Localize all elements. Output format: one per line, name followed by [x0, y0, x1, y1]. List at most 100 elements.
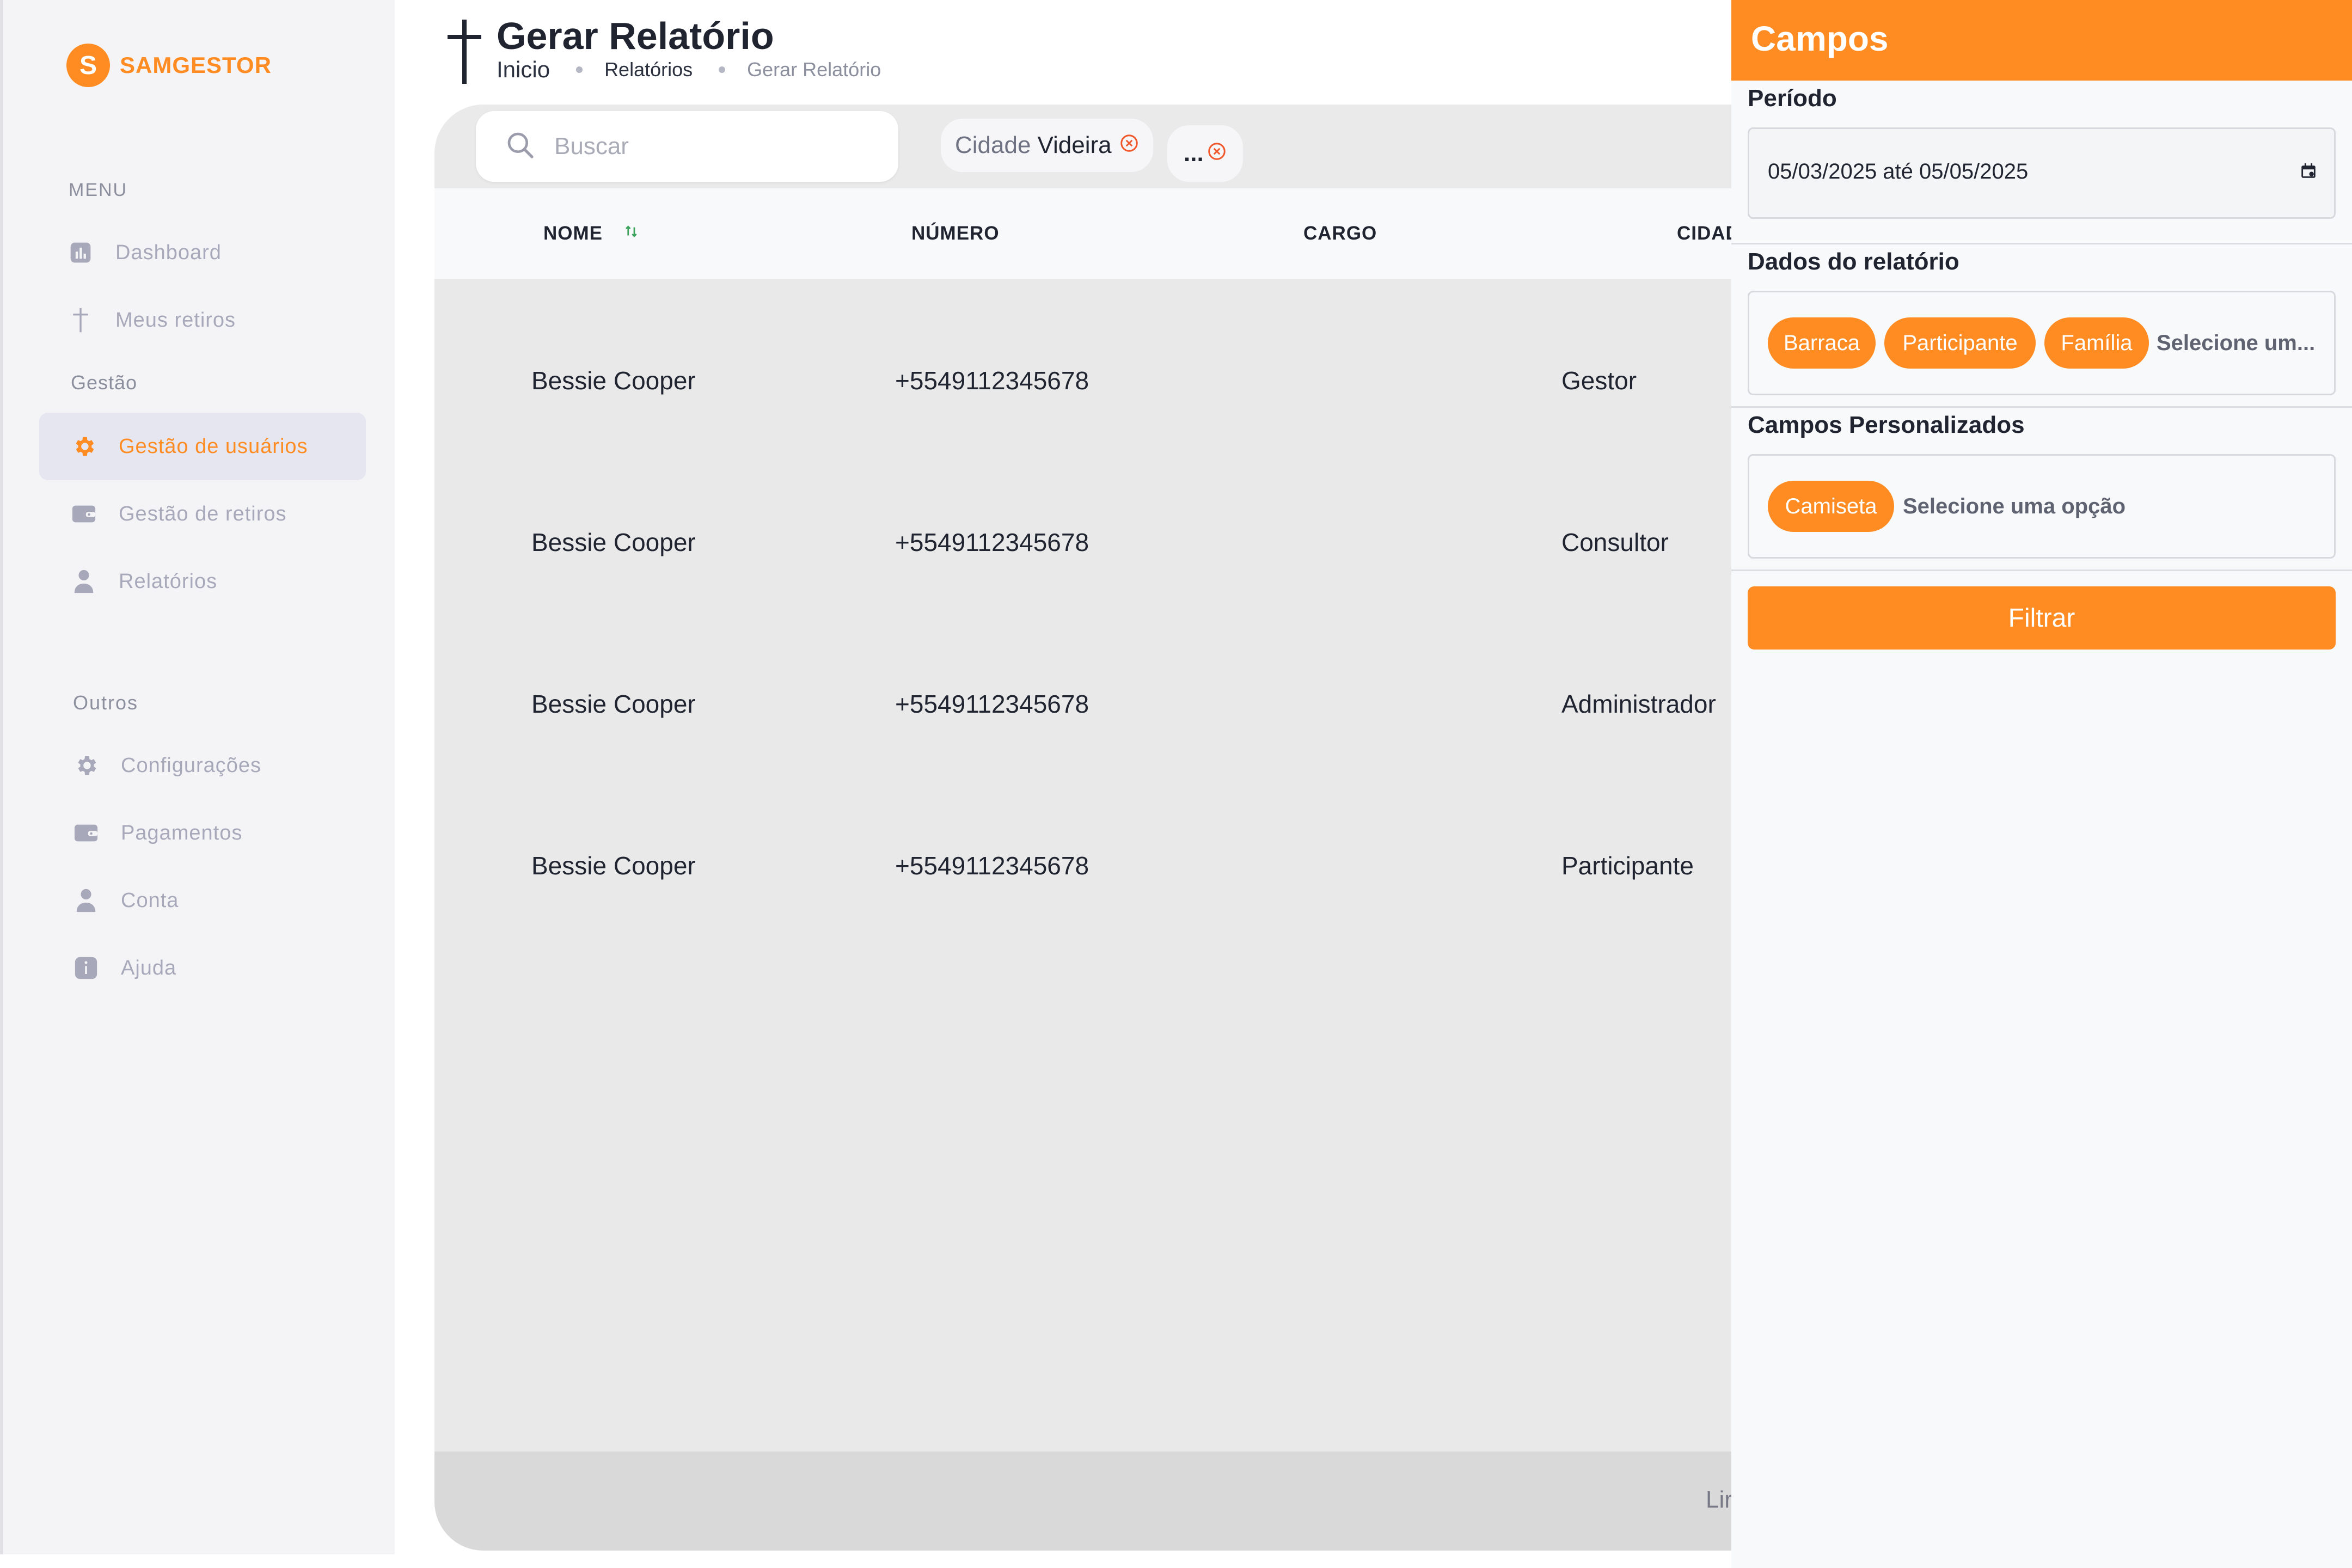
breadcrumb-current: Gerar Relatório	[747, 58, 881, 81]
cross-icon	[68, 307, 94, 333]
filter-chip-cidade[interactable]: Cidade Videira	[941, 119, 1153, 172]
select-placeholder: Selecione um...	[2157, 330, 2316, 355]
breadcrumb-relatorios[interactable]: Relatórios	[604, 58, 693, 81]
select-placeholder: Selecione uma opção	[1903, 494, 2126, 518]
table-row[interactable]: Bessie Cooper +5549112345678 Gestor	[434, 299, 1741, 461]
brand-name: SAMGESTOR	[120, 52, 272, 78]
gestao-section-label: Gestão	[71, 371, 138, 394]
table-row[interactable]: Bessie Cooper +5549112345678 Administrad…	[434, 623, 1741, 785]
column-header-cidade[interactable]: CIDAD	[1677, 188, 1740, 279]
page-title: Gerar Relatório	[497, 15, 774, 57]
campos-personalizados-select[interactable]: Camiseta Selecione uma opção	[1748, 454, 2336, 559]
cell-cidade: Administrador	[1561, 689, 1716, 718]
search-placeholder: Buscar	[554, 133, 629, 160]
info-icon	[73, 955, 99, 981]
filter-button[interactable]: Filtrar	[1748, 586, 2336, 650]
filter-chip-key: Cidade	[955, 132, 1031, 158]
sidebar-item-dashboard[interactable]: Dashboard	[34, 219, 360, 286]
dados-relatorio-label: Dados do relatório	[1748, 248, 1959, 275]
remove-filter-icon[interactable]	[1207, 140, 1227, 167]
user-icon	[71, 568, 97, 595]
filter-chip-value: Videira	[1037, 132, 1112, 158]
date-range-value: 05/03/2025 até 05/05/2025	[1768, 160, 2029, 183]
menu-section-label: MENU	[69, 180, 128, 200]
drawer-title: Campos	[1751, 19, 1889, 58]
column-header-cargo[interactable]: CARGO	[1303, 188, 1377, 279]
sidebar-item-gestao-usuarios[interactable]: Gestão de usuários	[39, 413, 366, 480]
column-header-label: NOME	[543, 223, 603, 244]
sidebar: S SAMGESTOR MENU Dashboard Meus retiros …	[0, 0, 395, 1554]
column-header-nome[interactable]: NOME	[543, 188, 640, 279]
tag-participante[interactable]: Participante	[1884, 317, 2036, 369]
cell-cidade: Consultor	[1561, 528, 1669, 556]
cell-numero: +5549112345678	[895, 689, 1089, 718]
sidebar-item-relatorios[interactable]: Relatórios	[39, 548, 366, 615]
table-row[interactable]: Bessie Cooper +5549112345678 Consultor	[434, 461, 1741, 623]
sort-icon[interactable]	[623, 223, 640, 244]
dados-relatorio-select[interactable]: Barraca Participante Família Selecione u…	[1748, 291, 2336, 395]
cell-nome: Bessie Cooper	[531, 689, 696, 718]
cell-numero: +5549112345678	[895, 366, 1089, 395]
fields-drawer: Campos Período 05/03/2025 até 05/05/2025…	[1731, 0, 2352, 1568]
user-icon	[73, 887, 99, 914]
cell-nome: Bessie Cooper	[531, 366, 696, 395]
cell-cidade: Gestor	[1561, 366, 1637, 395]
periodo-label: Período	[1748, 85, 1837, 112]
sidebar-item-label: Meus retiros	[115, 308, 236, 332]
gear-icon	[73, 752, 99, 779]
breadcrumb-home[interactable]: Inicio	[497, 57, 550, 83]
filter-chip-value: ...	[1184, 140, 1204, 167]
cross-icon	[445, 20, 483, 88]
sidebar-item-conta[interactable]: Conta	[41, 867, 368, 934]
sidebar-item-configuracoes[interactable]: Configurações	[41, 732, 368, 799]
remove-filter-icon[interactable]	[1119, 132, 1139, 159]
search-input[interactable]: Buscar	[476, 111, 898, 182]
tag-barraca[interactable]: Barraca	[1768, 317, 1876, 369]
sidebar-item-meus-retiros[interactable]: Meus retiros	[34, 286, 360, 354]
cell-nome: Bessie Cooper	[531, 528, 696, 556]
filter-chip-more[interactable]: ...	[1167, 125, 1243, 182]
brand-logo: S	[66, 44, 110, 87]
cell-numero: +5549112345678	[895, 528, 1089, 556]
cell-numero: +5549112345678	[895, 851, 1089, 880]
wallet-icon	[71, 501, 97, 527]
cell-nome: Bessie Cooper	[531, 851, 696, 880]
sidebar-item-label: Configurações	[121, 754, 262, 777]
table-row[interactable]: Bessie Cooper +5549112345678 Participant…	[434, 785, 1741, 946]
sidebar-item-label: Gestão de usuários	[119, 434, 308, 458]
outros-section-label: Outros	[73, 691, 139, 714]
cell-cidade: Participante	[1561, 851, 1694, 880]
drawer-header: Campos	[1731, 0, 2352, 81]
brand[interactable]: S SAMGESTOR	[66, 44, 272, 87]
sidebar-item-label: Gestão de retiros	[119, 502, 287, 525]
sidebar-item-label: Conta	[121, 889, 179, 912]
sidebar-item-ajuda[interactable]: Ajuda	[41, 934, 368, 1002]
breadcrumb: Inicio Relatórios Gerar Relatório	[497, 57, 881, 83]
column-header-numero[interactable]: NÚMERO	[911, 188, 1000, 279]
sidebar-item-gestao-retiros[interactable]: Gestão de retiros	[39, 480, 366, 548]
date-range-field[interactable]: 05/03/2025 até 05/05/2025	[1748, 127, 2336, 219]
gear-icon	[71, 433, 97, 460]
sidebar-item-label: Dashboard	[115, 241, 222, 264]
tag-familia[interactable]: Família	[2044, 317, 2149, 369]
divider	[1731, 406, 2352, 408]
divider	[1731, 569, 2352, 571]
calendar-icon[interactable]	[2299, 162, 2318, 183]
breadcrumb-separator	[719, 66, 726, 73]
filter-bar: Buscar Cidade Videira ...	[434, 105, 1741, 188]
campos-personalizados-label: Campos Personalizados	[1748, 412, 2025, 438]
sidebar-item-label: Ajuda	[121, 956, 177, 979]
table-footer: Lir	[434, 1451, 1741, 1551]
wallet-icon	[73, 820, 99, 846]
breadcrumb-separator	[576, 66, 583, 73]
search-icon	[505, 130, 536, 163]
report-panel: Buscar Cidade Videira ... NOME NÚMERO CA…	[434, 105, 1741, 1551]
table-header: NOME NÚMERO CARGO CIDAD	[434, 188, 1741, 279]
sidebar-item-label: Pagamentos	[121, 821, 243, 844]
divider	[1731, 243, 2352, 244]
footer-text: Lir	[1706, 1486, 1732, 1513]
sidebar-item-pagamentos[interactable]: Pagamentos	[41, 799, 368, 867]
sidebar-item-label: Relatórios	[119, 569, 218, 593]
chart-icon	[68, 240, 94, 266]
tag-camiseta[interactable]: Camiseta	[1768, 481, 1894, 532]
